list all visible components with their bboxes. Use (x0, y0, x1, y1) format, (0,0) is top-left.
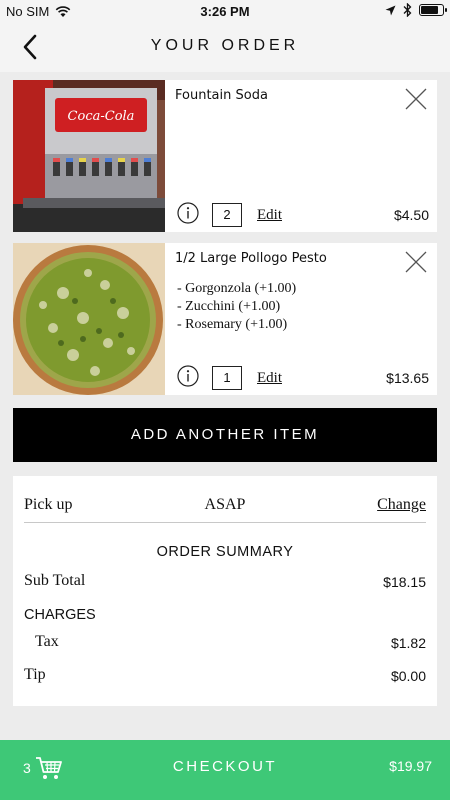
edit-item-link[interactable]: Edit (257, 370, 282, 387)
battery-icon (419, 4, 447, 16)
tax-label: Tax (35, 633, 59, 650)
item-price: $4.50 (393, 207, 429, 223)
status-time: 3:26 PM (200, 4, 250, 19)
change-pickup-link[interactable]: Change (377, 496, 426, 514)
cart-item: Coca-Cola Fountain Soda 2 Edit $4.50 (13, 80, 437, 232)
subtotal-label: Sub Total (24, 572, 86, 589)
order-summary-title: ORDER SUMMARY (156, 544, 294, 560)
item-name: 1/2 Large Pollogo Pesto (175, 251, 327, 266)
pickup-row: Pick up ASAP Change (24, 476, 426, 523)
order-total: $19.97 (389, 758, 432, 774)
modifier-line: - Zucchini (+1.00) (177, 299, 281, 314)
battery-level (421, 6, 439, 14)
status-bar: No SIM 3:26 PM (0, 0, 450, 22)
svg-text:Coca-Cola: Coca-Cola (68, 109, 135, 124)
remove-item-button[interactable] (403, 86, 429, 112)
pesto-pizza-image (13, 243, 165, 395)
add-another-item-button[interactable]: ADD ANOTHER ITEM (13, 408, 437, 462)
subtotal-value: $18.15 (383, 574, 426, 590)
tip-value: $0.00 (390, 668, 426, 684)
item-name: Fountain Soda (175, 88, 268, 103)
nav-header: YOUR ORDER (0, 22, 450, 72)
page-title: YOUR ORDER (150, 37, 300, 54)
location-arrow-icon (385, 5, 396, 15)
pickup-time: ASAP (204, 496, 246, 513)
charges-title: CHARGES (24, 607, 96, 623)
info-icon[interactable] (177, 202, 199, 224)
info-icon[interactable] (177, 365, 199, 387)
checkout-button[interactable]: 3 CHECKOUT $19.97 (0, 740, 450, 800)
checkout-label: CHECKOUT (172, 758, 278, 775)
cart-item: 1/2 Large Pollogo Pesto - Gorgonzola (+1… (13, 243, 437, 395)
remove-item-button[interactable] (403, 249, 429, 275)
item-modifiers: - Gorgonzola (+1.00) - Zucchini (+1.00) … (177, 280, 296, 334)
item-price: $13.65 (386, 370, 429, 386)
tip-label: Tip (24, 666, 46, 683)
order-summary-card: Pick up ASAP Change ORDER SUMMARY Sub To… (13, 476, 437, 706)
edit-item-link[interactable]: Edit (257, 207, 282, 224)
quantity-field[interactable]: 2 (212, 203, 242, 227)
quantity-field[interactable]: 1 (212, 366, 242, 390)
modifier-line: - Rosemary (+1.00) (177, 317, 288, 332)
tax-value: $1.82 (390, 635, 426, 651)
status-right (385, 3, 447, 17)
modifier-line: - Gorgonzola (+1.00) (177, 281, 297, 296)
bluetooth-icon (403, 3, 412, 17)
fountain-soda-image: Coca-Cola (13, 80, 165, 232)
